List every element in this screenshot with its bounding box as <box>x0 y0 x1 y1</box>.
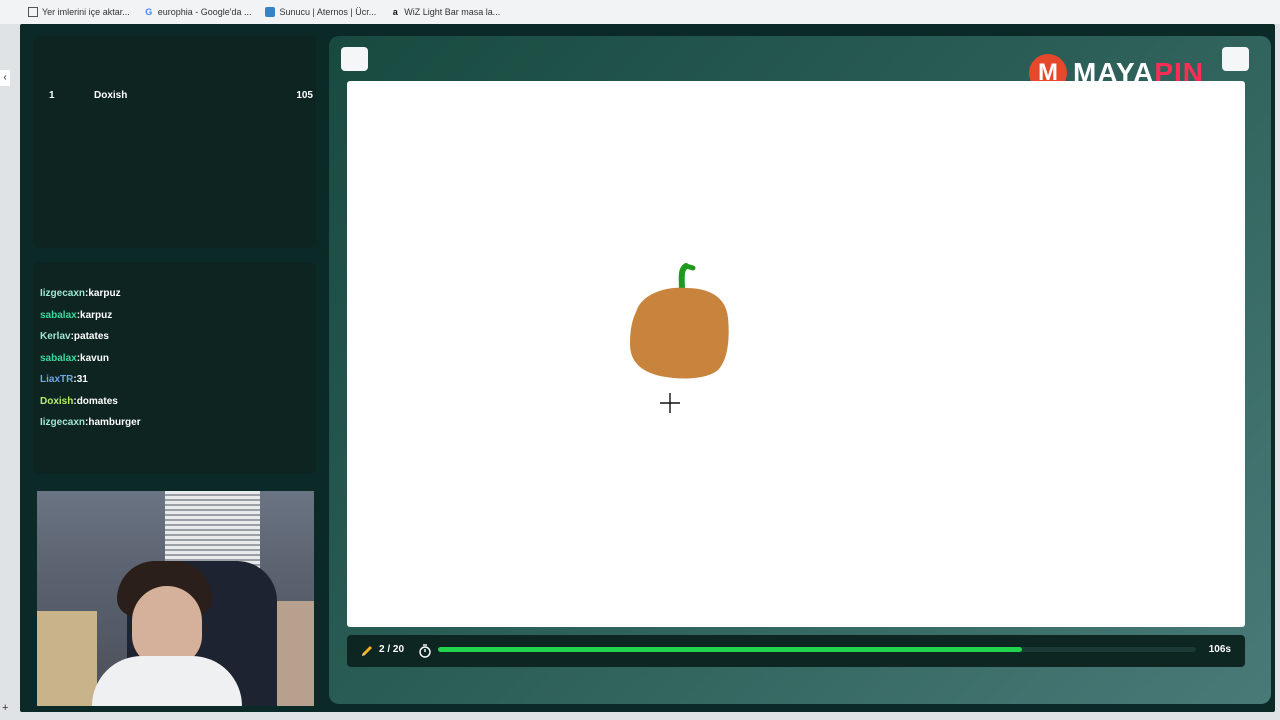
chat-username[interactable]: Kerlav <box>40 331 71 342</box>
webcam-feed <box>37 491 314 706</box>
scoreboard-panel: 1 Doxish 105 <box>33 36 316 248</box>
plus-icon: + <box>2 702 9 714</box>
chat-text: hamburger <box>88 417 141 428</box>
player-rank: 1 <box>49 90 55 101</box>
drawing-board: M MAYAPIN 2 / 20 106s <box>329 36 1271 704</box>
chat-message: sabalax:karpuz <box>40 308 310 330</box>
chat-username[interactable]: Doxish <box>40 396 73 407</box>
chat-username[interactable]: LiaxTR <box>40 374 73 385</box>
chat-text: karpuz <box>80 309 113 321</box>
chat-text: karpuz <box>88 288 121 299</box>
chat-message: LiaxTR:31 <box>40 372 310 394</box>
drawing-canvas[interactable] <box>347 81 1245 627</box>
amazon-icon: a <box>392 7 398 17</box>
player-name: Doxish <box>94 90 128 101</box>
import-icon <box>28 7 38 17</box>
chat-panel: Iizgecaxn:karpuz sabalax:karpuz Kerlav:pat… <box>33 262 316 474</box>
bookmark-label: Sunucu | Aternos | Ücr... <box>279 7 377 17</box>
google-icon: G <box>145 7 153 17</box>
chevron-left-icon[interactable]: ‹ <box>0 70 10 86</box>
bookmark-import[interactable]: Yer imlerini içe aktar... <box>28 7 130 17</box>
stopwatch-icon <box>419 644 431 658</box>
timer-progress-fill <box>438 647 1022 652</box>
chat-message: Iizgecaxn:hamburger <box>40 415 310 437</box>
chat-messages[interactable]: Iizgecaxn:karpuz sabalax:karpuz Kerlav:pat… <box>40 286 310 448</box>
chat-text: patates <box>73 331 109 342</box>
round-counter: 2 / 20 <box>379 644 405 655</box>
bookmark-aternos[interactable]: Sunucu | Aternos | Ücr... <box>265 7 376 17</box>
crosshair-cursor-icon <box>660 393 680 413</box>
bookmarks-bar: Yer imlerini içe aktar... G europhia - G… <box>0 0 1280 24</box>
aternos-icon <box>265 7 276 17</box>
chat-username[interactable]: sabalax <box>40 353 77 364</box>
timer-progress-track <box>438 647 1196 652</box>
chat-text: kavun <box>80 352 109 364</box>
bookmark-wiz[interactable]: a WiZ Light Bar masa la... <box>390 7 501 17</box>
chat-username[interactable]: Iizgecaxn <box>40 288 85 299</box>
chat-message: Doxish:domates <box>40 394 310 416</box>
chat-text: 31 <box>76 374 88 385</box>
bookmark-label: WiZ Light Bar masa la... <box>404 7 501 17</box>
pencil-icon <box>362 646 372 656</box>
webcam-shirt <box>92 656 242 706</box>
chat-message: Iizgecaxn:karpuz <box>40 286 310 308</box>
chat-message: Kerlav:patates <box>40 329 310 351</box>
chat-username[interactable]: Iizgecaxn <box>40 417 85 428</box>
webcam-window <box>165 491 260 571</box>
chat-username[interactable]: sabalax <box>40 310 77 321</box>
board-button-right[interactable] <box>1222 47 1249 71</box>
board-button-left[interactable] <box>341 47 368 71</box>
pumpkin-drawing <box>630 263 729 379</box>
game-app: 1 Doxish 105 Iizgecaxn:karpuz sabalax:kar… <box>20 24 1275 712</box>
webcam-bed <box>37 611 97 706</box>
round-status-bar: 2 / 20 106s <box>347 635 1245 667</box>
time-remaining: 106s <box>1208 644 1231 655</box>
bookmark-label: europhia - Google'da ... <box>157 7 252 17</box>
bookmark-google[interactable]: G europhia - Google'da ... <box>144 7 252 17</box>
bookmark-label: Yer imlerini içe aktar... <box>42 7 130 17</box>
player-points: 105 <box>296 90 313 101</box>
chat-text: domates <box>76 395 118 407</box>
webcam-face <box>132 586 202 666</box>
scoreboard-row: 1 Doxish 105 <box>49 90 313 101</box>
chat-message: sabalax:kavun <box>40 351 310 373</box>
